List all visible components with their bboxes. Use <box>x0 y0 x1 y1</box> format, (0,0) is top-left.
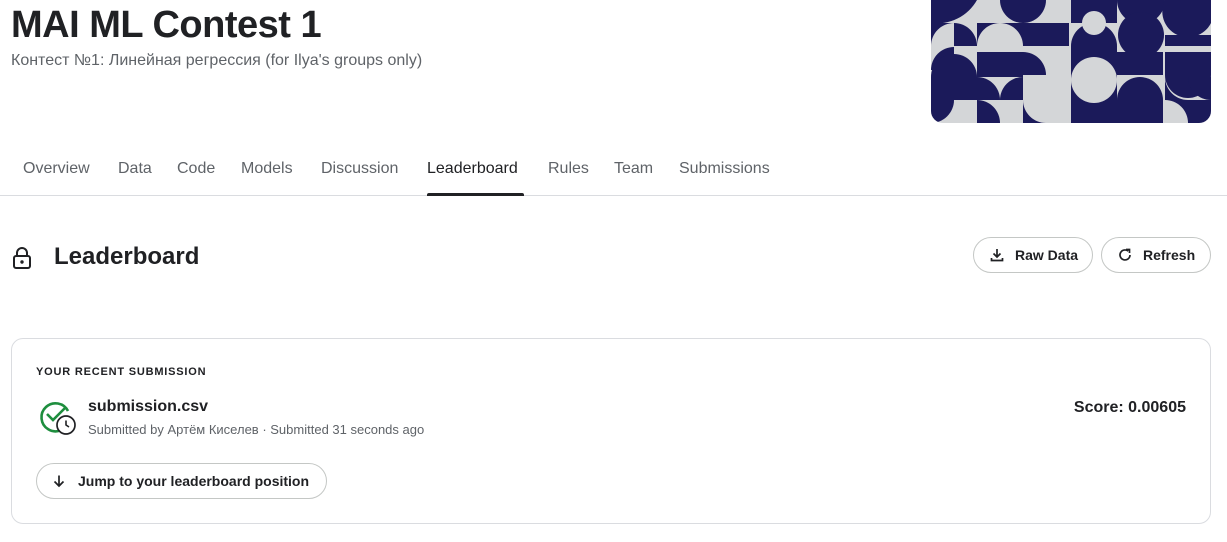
meta-separator: · <box>258 422 271 437</box>
page-subtitle: Контест №1: Линейная регрессия (for Ilya… <box>11 52 423 69</box>
tab-overview[interactable]: Overview <box>23 160 90 178</box>
competition-banner-image <box>931 0 1211 123</box>
tab-leaderboard[interactable]: Leaderboard <box>427 160 518 178</box>
refresh-label: Refresh <box>1143 247 1196 263</box>
tab-rules[interactable]: Rules <box>548 160 589 178</box>
jump-label: Jump to your leaderboard position <box>78 473 310 489</box>
check-circle-clock-icon <box>38 397 78 437</box>
submission-author[interactable]: Артём Киселев <box>168 422 259 437</box>
tab-discussion[interactable]: Discussion <box>321 160 398 178</box>
tab-submissions[interactable]: Submissions <box>679 160 770 178</box>
refresh-icon <box>1117 247 1133 263</box>
tab-models[interactable]: Models <box>241 160 293 178</box>
download-icon <box>989 247 1005 263</box>
refresh-button[interactable]: Refresh <box>1101 237 1211 273</box>
arrow-down-icon <box>51 473 67 489</box>
score-label: Score: <box>1073 399 1124 416</box>
leaderboard-title: Leaderboard <box>54 243 200 270</box>
submission-meta: Submitted by Артём Киселев · Submitted 3… <box>88 422 424 437</box>
raw-data-label: Raw Data <box>1015 247 1079 263</box>
competition-tabs: Overview Data Code Models Discussion Lea… <box>0 150 1227 196</box>
submission-score: Score: 0.00605 <box>1074 399 1186 417</box>
active-tab-indicator <box>427 193 524 196</box>
page-title: MAI ML Contest 1 <box>11 4 322 46</box>
tab-code[interactable]: Code <box>177 160 215 178</box>
lock-icon <box>12 247 32 269</box>
recent-submission-card: YOUR RECENT SUBMISSION submission.csv Su… <box>11 338 1211 524</box>
jump-to-position-button[interactable]: Jump to your leaderboard position <box>36 463 327 499</box>
submission-file-name[interactable]: submission.csv <box>88 398 208 416</box>
submission-time: Submitted 31 seconds ago <box>270 422 425 437</box>
recent-submission-heading: YOUR RECENT SUBMISSION <box>36 366 207 378</box>
raw-data-button[interactable]: Raw Data <box>973 237 1093 273</box>
score-value: 0.00605 <box>1128 399 1186 416</box>
submitted-by-prefix: Submitted by <box>88 422 164 437</box>
tab-team[interactable]: Team <box>614 160 653 178</box>
tab-data[interactable]: Data <box>118 160 152 178</box>
